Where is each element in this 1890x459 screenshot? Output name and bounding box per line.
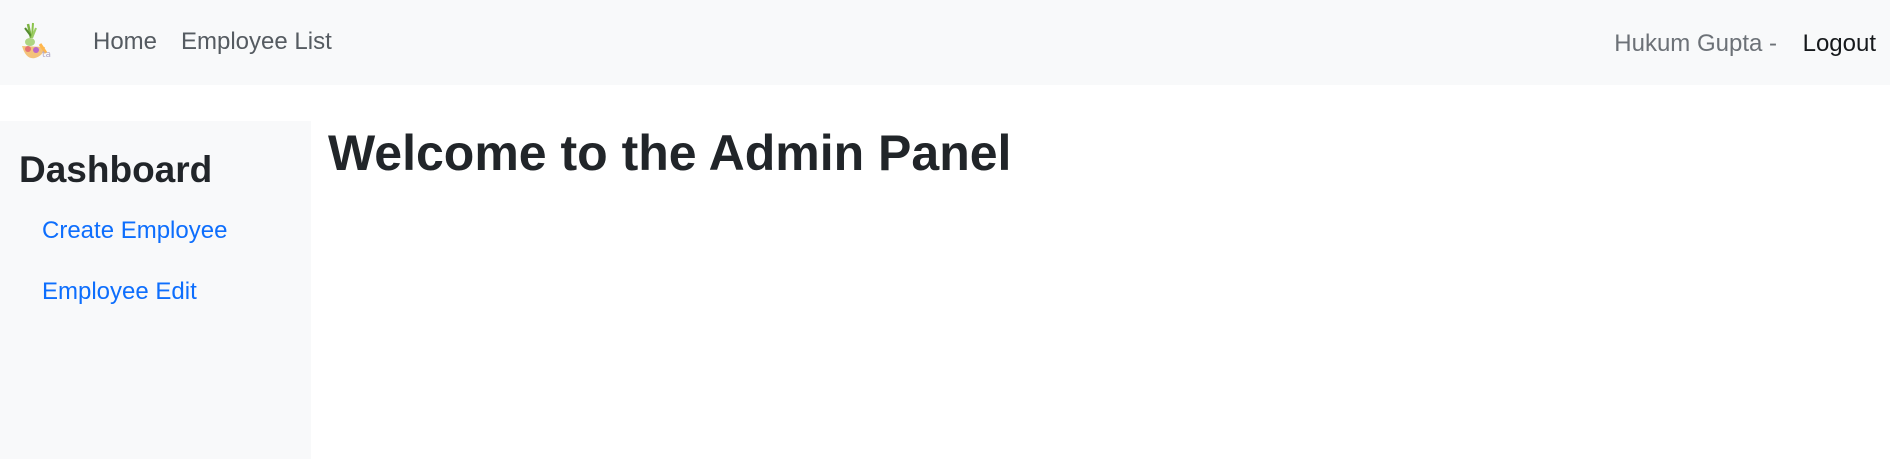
vegetable-basket-logo-icon[interactable]: ta [16,20,54,62]
top-navbar: ta Home Employee List Hukum Gupta - Logo… [0,0,1890,85]
nav-home-link[interactable]: Home [93,26,157,58]
sidebar-item-create-employee[interactable]: Create Employee [42,215,227,247]
sidebar-item-employee-edit[interactable]: Employee Edit [42,276,197,308]
logout-link[interactable]: Logout [1803,28,1876,60]
current-user-name: Hukum Gupta - [1614,30,1777,57]
page-title: Welcome to the Admin Panel [328,125,1012,181]
nav-employee-list-link[interactable]: Employee List [181,26,332,58]
sidebar: Dashboard Create Employee Employee Edit [0,121,311,459]
sidebar-title: Dashboard [19,149,213,190]
svg-text:ta: ta [42,50,51,60]
